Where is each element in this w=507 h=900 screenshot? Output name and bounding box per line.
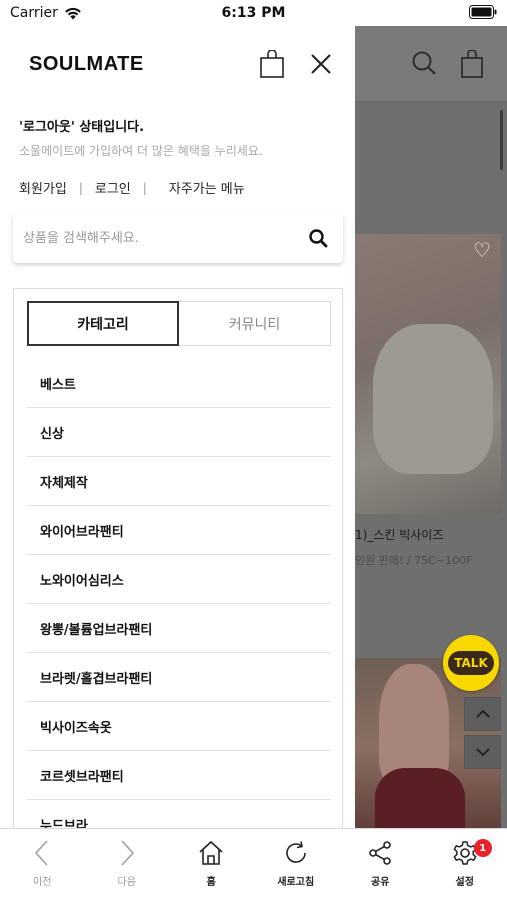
shopping-bag-icon: [461, 50, 483, 78]
search-input[interactable]: [23, 213, 303, 263]
scrollbar-thumb[interactable]: [500, 110, 503, 170]
chevron-down-icon: [475, 748, 490, 757]
category-item[interactable]: 베스트: [27, 359, 331, 408]
divider: |: [78, 180, 83, 195]
category-item[interactable]: 자체제작: [27, 457, 331, 506]
clock: 6:13 PM: [221, 5, 286, 21]
refresh-label: 새로고침: [277, 877, 315, 888]
scroll-down-button[interactable]: [464, 735, 501, 769]
search-box: [13, 213, 343, 263]
menu-tabs: 카테고리 커뮤니티: [27, 301, 331, 346]
account-links: 회원가입 | 로그인 | 자주가는 메뉴: [19, 178, 245, 198]
scroll-up-button[interactable]: [464, 697, 501, 731]
login-status-message: '로그아웃' 상태입니다.: [19, 120, 145, 135]
battery-icon: [469, 5, 497, 19]
kakao-talk-button[interactable]: TALK: [443, 635, 499, 691]
forward-arrow-icon: [121, 840, 134, 866]
back-arrow-icon: [35, 840, 48, 866]
product-subtitle: 인원 판매! / 75C~100F: [355, 554, 473, 567]
bottom-toolbar: 이전 다음 홈 새로고침 공유 1 설정: [0, 828, 507, 900]
search-icon: [412, 51, 436, 75]
category-item[interactable]: 브라렛/홀겹브라팬티: [27, 653, 331, 702]
favorites-menu-link[interactable]: 자주가는 메뉴: [169, 178, 245, 197]
chevron-up-icon: [475, 709, 490, 718]
background-header: [355, 26, 507, 102]
heart-icon: ♡: [473, 238, 491, 262]
category-list: 베스트 신상 자체제작 와이어브라팬티 노와이어심리스 왕뽕/볼륨업브라팬티 브…: [27, 359, 331, 828]
category-item[interactable]: 누드브라: [27, 800, 331, 829]
side-drawer: SOULMATE '로그아웃' 상태입니다. 소울메이트에 가입하여 더 많은 …: [0, 26, 355, 828]
category-item[interactable]: 왕뽕/볼륨업브라팬티: [27, 604, 331, 653]
category-item[interactable]: 노와이어심리스: [27, 555, 331, 604]
join-link[interactable]: 회원가입: [19, 178, 67, 197]
home-icon: [199, 840, 223, 865]
home-button[interactable]: 홈: [169, 829, 254, 900]
divider: |: [142, 180, 147, 195]
category-item[interactable]: 와이어브라팬티: [27, 506, 331, 555]
talk-label: TALK: [448, 651, 494, 675]
status-bar: Carrier 6:13 PM: [0, 0, 507, 26]
refresh-button[interactable]: 새로고침: [254, 829, 339, 900]
refresh-icon: [285, 841, 306, 863]
back-button[interactable]: 이전: [0, 829, 85, 900]
notification-badge: 1: [473, 839, 492, 857]
settings-button[interactable]: 1 설정: [423, 829, 507, 900]
login-link[interactable]: 로그인: [95, 178, 131, 197]
menu-panel: 카테고리 커뮤니티 베스트 신상 자체제작 와이어브라팬티 노와이어심리스 왕뽕…: [13, 288, 343, 828]
back-label: 이전: [33, 877, 52, 888]
logo[interactable]: SOULMATE: [29, 53, 144, 76]
tab-category[interactable]: 카테고리: [27, 301, 179, 346]
category-item[interactable]: 빅사이즈속옷: [27, 702, 331, 751]
category-item[interactable]: 신상: [27, 408, 331, 457]
shopping-bag-icon[interactable]: [260, 50, 284, 78]
share-label: 공유: [371, 877, 390, 888]
share-button[interactable]: 공유: [338, 829, 423, 900]
forward-button[interactable]: 다음: [85, 829, 170, 900]
search-icon[interactable]: [308, 228, 328, 248]
settings-label: 설정: [455, 877, 474, 888]
category-item[interactable]: 코르셋브라팬티: [27, 751, 331, 800]
forward-label: 다음: [117, 877, 136, 888]
product-title: 1)_스킨 빅사이즈: [355, 528, 444, 542]
login-status-subtext: 소울메이트에 가입하여 더 많은 혜택을 누리세요.: [19, 144, 263, 158]
share-icon: [369, 841, 392, 865]
tab-community[interactable]: 커뮤니티: [179, 301, 331, 346]
close-icon[interactable]: [309, 52, 333, 76]
product-image: [355, 234, 501, 514]
home-label: 홈: [206, 877, 216, 888]
